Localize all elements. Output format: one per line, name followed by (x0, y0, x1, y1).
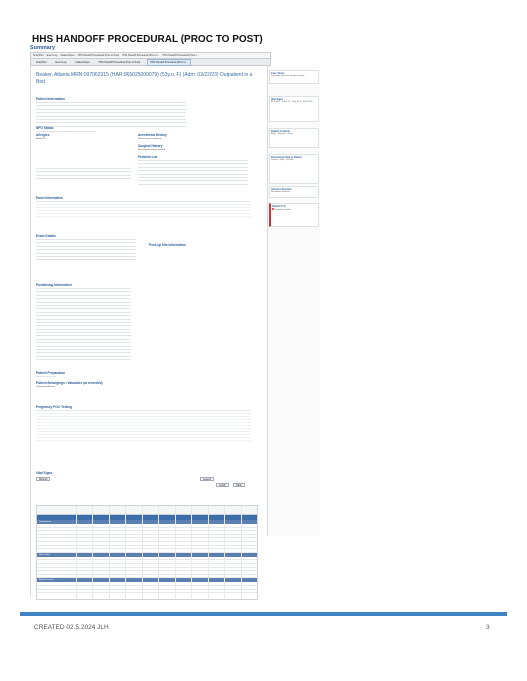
prep-lines (36, 376, 56, 379)
sidebar-documents: Documents Filed to Patient Consent · H&P… (269, 154, 319, 184)
alert-flag-icon (272, 208, 274, 210)
document-title: HHS HANDOFF PROCEDURAL (PROC TO POST) (32, 34, 263, 45)
allergy-value: Nickel Pts (36, 138, 46, 140)
toolbar-item[interactable]: Event Log (47, 54, 58, 57)
vitals-table-button[interactable]: Table (233, 483, 245, 487)
section-pregnancy-poc-testing: Pregnancy POC Testing (36, 405, 73, 409)
footer-page-number: 3 (486, 624, 490, 631)
section-positioning-information: Positioning Information (36, 283, 72, 287)
case-times-text: Procedure Start time not documented (271, 75, 305, 77)
vitals-legend-button[interactable]: Legend (200, 477, 214, 481)
problem-list-lines (138, 160, 248, 187)
vital-signs-text: BP 146/74 · Pulse 72 · Temp 36.8 · SpO2 … (271, 101, 313, 103)
section-vital-signs: Vital Signs (36, 471, 53, 475)
section-panel-information: Panel Information (36, 196, 63, 200)
panel-table (36, 201, 251, 217)
flowsheet-column-line (108, 506, 110, 599)
toolbar-item[interactable]: HHS Handoff Procedural (Proc to Post) (78, 54, 120, 57)
section-patient-belongings: Patient Belongings / Valuables (at recor… (36, 381, 103, 385)
section-allergies: Allergies (36, 133, 50, 137)
tab-handoff-proc-to-post[interactable]: HHS Handoff Procedural (Proc to Post) (97, 60, 143, 65)
positioning-lines (36, 288, 131, 363)
vitals-flowsheet: Temperature Heart Rate Blood Pressure (36, 505, 258, 600)
toolbar-item[interactable]: HHS Handoff Procedural (Proc to... (122, 54, 159, 57)
tab-event-log[interactable]: Event Log (54, 60, 69, 65)
flowsheet-column-line (158, 506, 159, 599)
section-surgical-history: Surgical History (138, 144, 163, 148)
section-npo-status: NPO Status (36, 126, 54, 130)
documents-text[interactable]: Consent · H&P · Op Note (271, 159, 317, 162)
report-tabs: SnapShot Event Log Intake/Output HHS Han… (30, 58, 271, 66)
vitals-graph-button[interactable]: Graph (216, 483, 229, 487)
flowsheet-column-line (240, 506, 242, 599)
section-exam-details: Exam Details (36, 234, 56, 238)
anesthesia-value: No history of anesthesia (138, 138, 162, 140)
patient-fyis-text: Disruptive Patient (272, 208, 317, 212)
flowsheet-column-line (92, 506, 93, 599)
summary-label: Summary (30, 45, 56, 51)
tab-snapshot[interactable]: SnapShot (34, 60, 49, 65)
surgical-value: No surgical history recorded (138, 149, 166, 151)
belongings-value: Cell phone/Glasses (36, 386, 55, 388)
flowsheet-column-line (191, 506, 192, 599)
patient-contacts-text: Name · Relation · Phone (271, 133, 294, 135)
sidebar-patient-fyis: Patient FYIs Disruptive Patient (269, 203, 319, 227)
flowsheet-column-line (141, 506, 143, 599)
flowsheet-column-line (75, 506, 77, 599)
demographic-lines (36, 168, 131, 182)
exam-lines (36, 239, 136, 263)
vitals-refresh-button[interactable]: Refresh (36, 477, 51, 481)
section-post-op-site: Post-op Site Information (149, 243, 187, 247)
flowsheet-column-line (207, 506, 209, 599)
tab-intake-output[interactable]: Intake/Output (73, 60, 91, 65)
advance-directive-text: No advance directive (271, 191, 290, 193)
toolbar-item[interactable]: Intake/Output (60, 54, 74, 57)
footer-accent-bar (20, 612, 507, 616)
toolbar-item[interactable]: HHS Handoff Procedural (Proc t... (163, 54, 199, 57)
fyi-value: Disruptive Patient (275, 209, 291, 211)
sidebar-vital-signs: Vital Signs BP 146/74 · Pulse 72 · Temp … (269, 96, 319, 122)
flowsheet-column-line (224, 506, 225, 599)
pregnancy-table (36, 410, 251, 441)
patient-info-lines (36, 102, 186, 129)
patient-banner: Beaker, Atlanta MRN:097062315 (HAR:96502… (36, 72, 253, 85)
section-anesthesia-history: Anesthesia History (138, 133, 167, 137)
tab-handoff-active[interactable]: HHS Handoff Procedural (Proc to... (147, 58, 191, 66)
section-problem-list: Problem List (138, 155, 158, 159)
sidebar-patient-contacts: Patient Contacts Name · Relation · Phone (269, 128, 319, 148)
sidebar-case-times: Case Times Procedure Start time not docu… (269, 70, 319, 84)
sidebar-advance-directive: Advance Directive No advance directive (269, 186, 319, 198)
flowsheet-column-line (174, 506, 176, 599)
flowsheet-column-line (125, 506, 126, 599)
toolbar-item[interactable]: SnapShot (33, 54, 44, 57)
section-patient-preparation: Patient Preparation (36, 371, 66, 375)
footer-created: CREATED 02.5.2024 JLH (34, 624, 109, 631)
section-patient-information: Patient Information (36, 97, 66, 101)
